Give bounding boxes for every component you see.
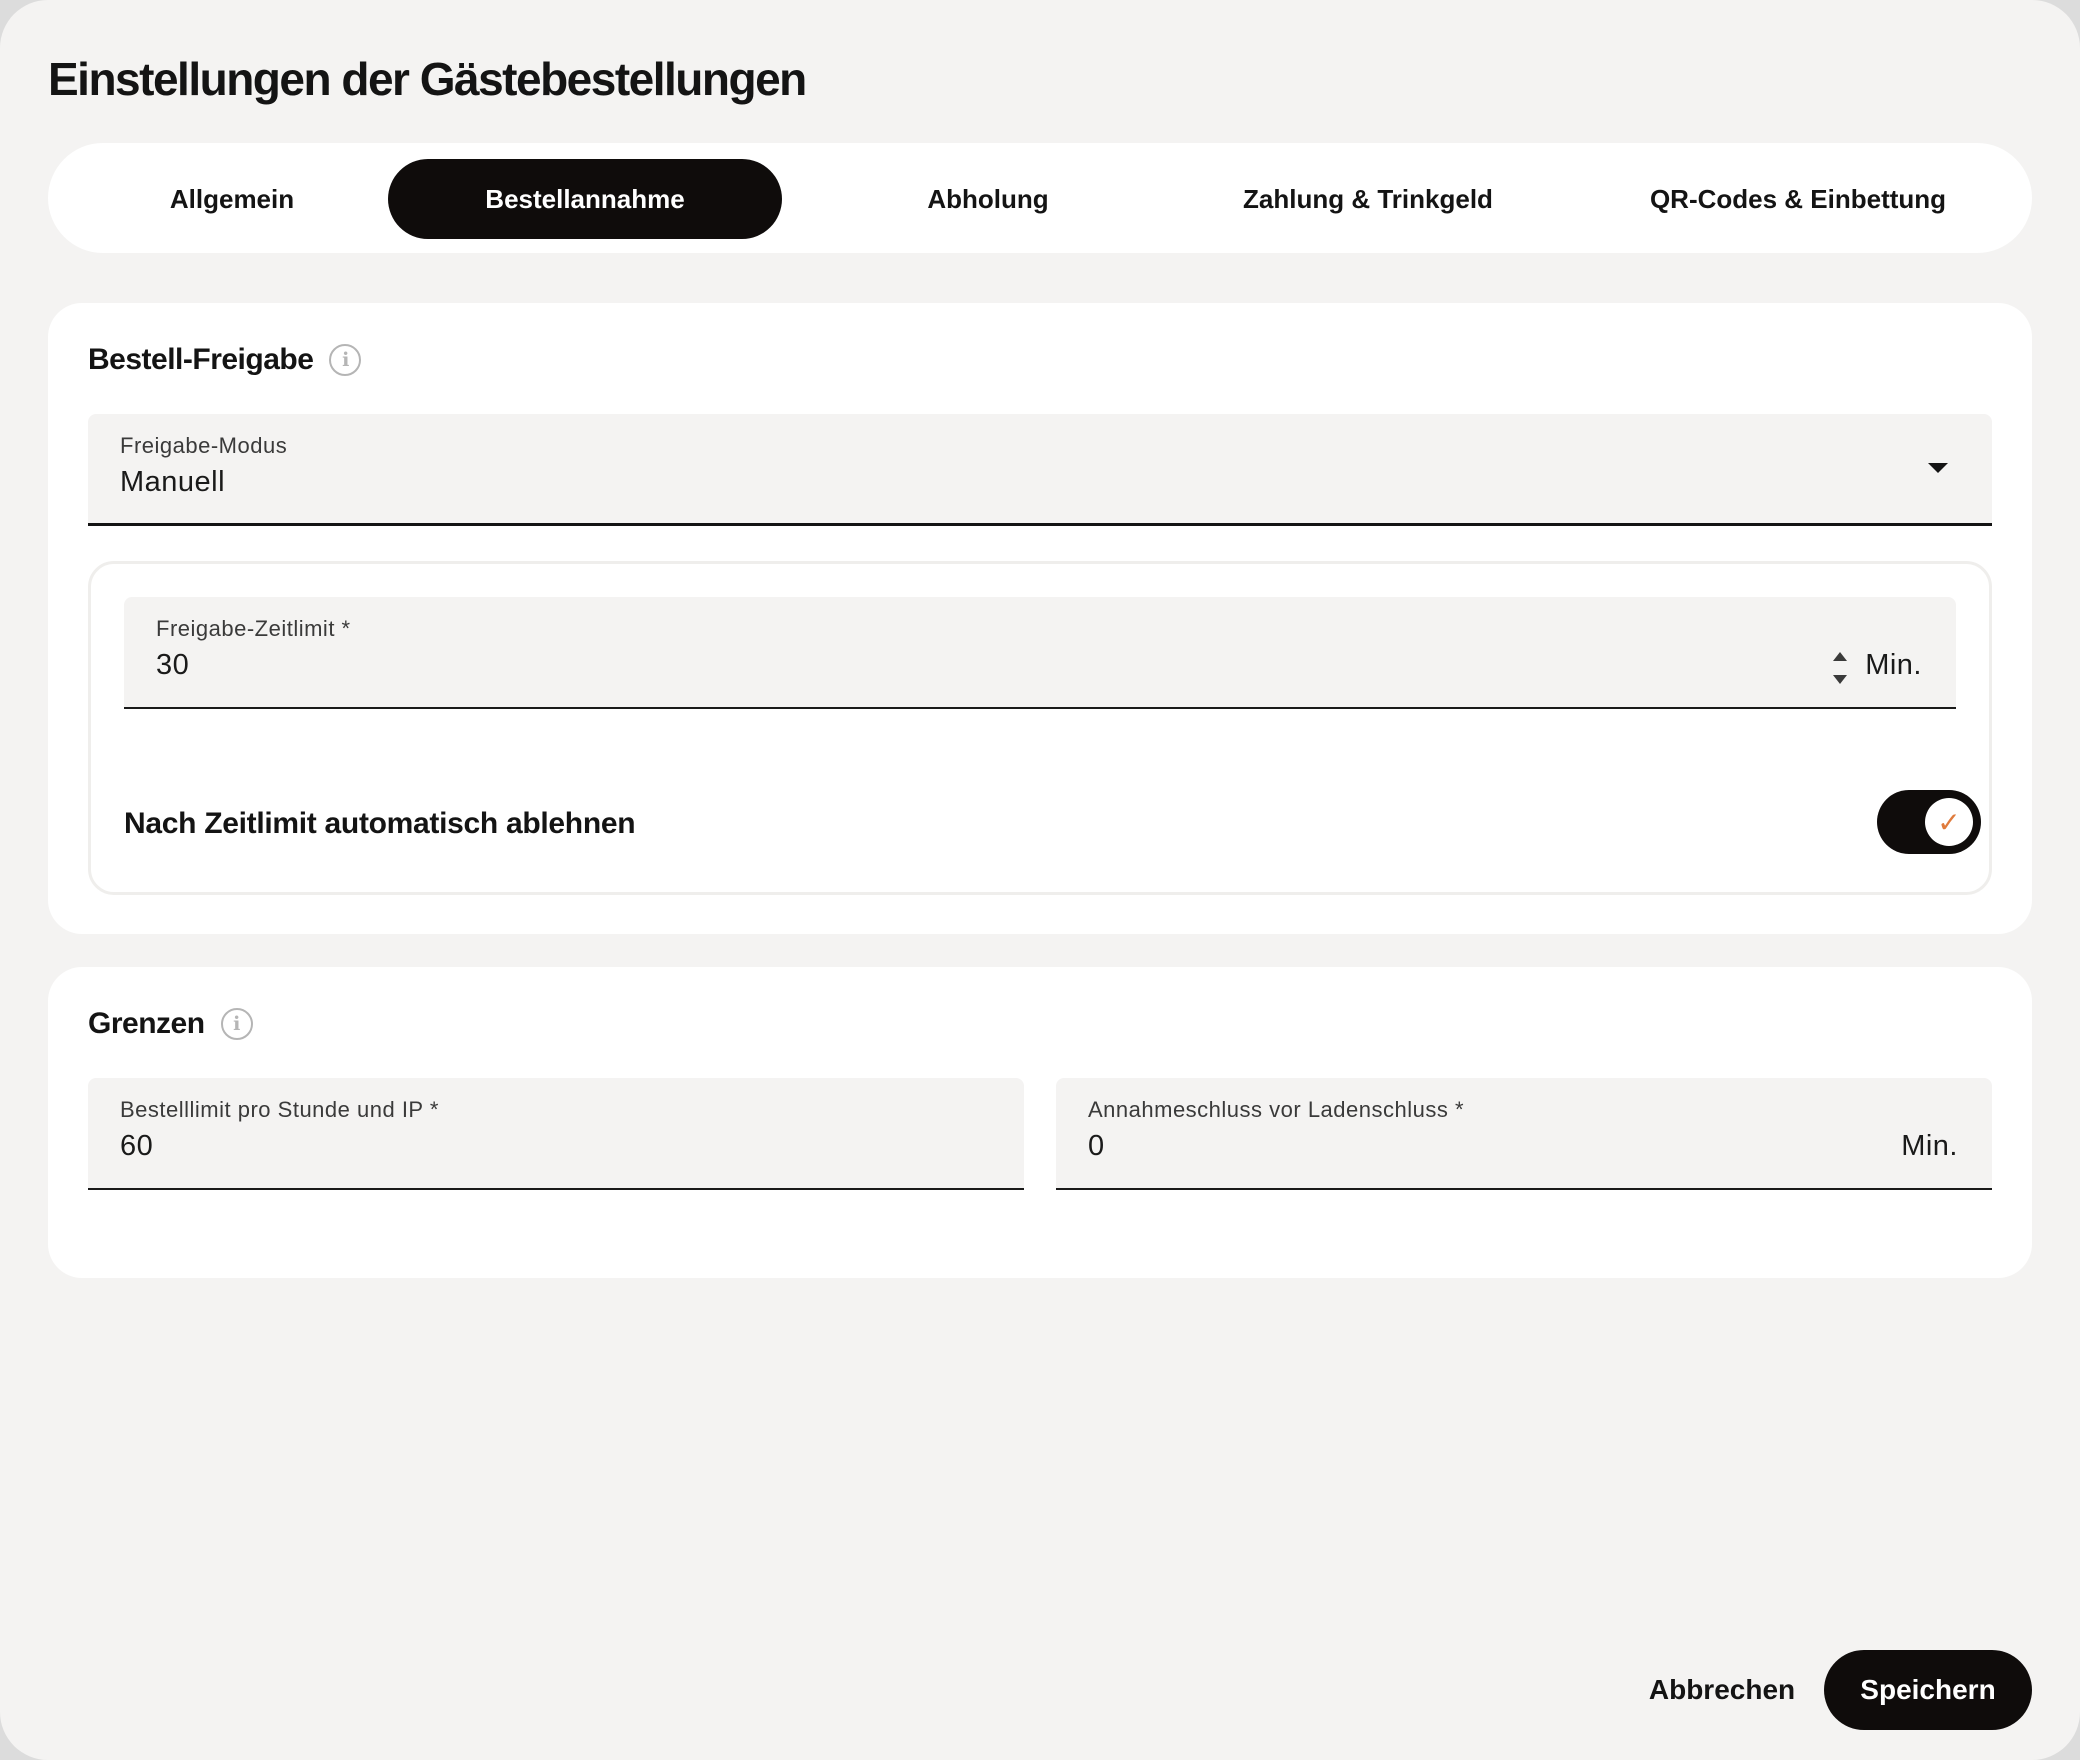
info-icon[interactable]: i (329, 344, 362, 376)
order-release-title: Bestell-Freigabe (88, 343, 314, 376)
release-timelimit-box: Freigabe-Zeitlimit * 30 Min. Nach Zeitli… (88, 561, 1992, 895)
tab-order-acceptance[interactable]: Bestellannahme (388, 159, 782, 239)
cutoff-unit: Min. (1901, 1130, 1958, 1162)
release-timelimit-unit: Min. (1865, 649, 1922, 681)
dialog-title: Einstellungen der Gästebestellungen (48, 53, 807, 105)
cutoff-input[interactable]: Annahmeschluss vor Ladenschluss * 0 Min. (1056, 1078, 1992, 1190)
save-button[interactable]: Speichern (1824, 1650, 2032, 1730)
release-mode-select[interactable]: Freigabe-Modus Manuell (88, 414, 1992, 526)
guest-order-settings-dialog: Einstellungen der Gästebestellungen Allg… (0, 0, 2080, 1760)
tab-qr-codes-embedding[interactable]: QR-Codes & Einbettung (1588, 159, 2008, 239)
cancel-button[interactable]: Abbrechen (1640, 1650, 1804, 1730)
tab-bar: Allgemein Bestellannahme Abholung Zahlun… (48, 143, 2032, 253)
tab-general[interactable]: Allgemein (72, 159, 392, 239)
order-limit-value: 60 (120, 1130, 154, 1162)
release-mode-label: Freigabe-Modus (120, 433, 288, 458)
limits-title: Grenzen (88, 1007, 205, 1040)
order-release-card: Bestell-Freigabe i Freigabe-Modus Manuel… (48, 303, 2032, 934)
order-limit-label: Bestelllimit pro Stunde und IP * (120, 1097, 439, 1122)
tab-payment-tip[interactable]: Zahlung & Trinkgeld (1168, 159, 1568, 239)
release-mode-value: Manuell (120, 466, 226, 498)
cutoff-value: 0 (1088, 1130, 1105, 1162)
release-timelimit-label: Freigabe-Zeitlimit * (156, 616, 351, 641)
tab-pickup[interactable]: Abholung (818, 159, 1158, 239)
check-icon: ✓ (1925, 798, 1973, 846)
limits-heading: Grenzen i (88, 1007, 253, 1041)
order-release-heading: Bestell-Freigabe i (88, 343, 362, 377)
number-stepper-icon[interactable] (1832, 652, 1848, 684)
release-timelimit-value: 30 (156, 649, 190, 681)
release-timelimit-input[interactable]: Freigabe-Zeitlimit * 30 Min. (124, 597, 1956, 709)
chevron-down-icon (1928, 463, 1948, 473)
limits-card: Grenzen i Bestelllimit pro Stunde und IP… (48, 967, 2032, 1278)
auto-reject-label: Nach Zeitlimit automatisch ablehnen (124, 807, 636, 840)
auto-reject-toggle[interactable]: ✓ (1877, 790, 1981, 854)
order-limit-input[interactable]: Bestelllimit pro Stunde und IP * 60 (88, 1078, 1024, 1190)
info-icon[interactable]: i (220, 1008, 253, 1040)
cutoff-label: Annahmeschluss vor Ladenschluss * (1088, 1097, 1465, 1122)
